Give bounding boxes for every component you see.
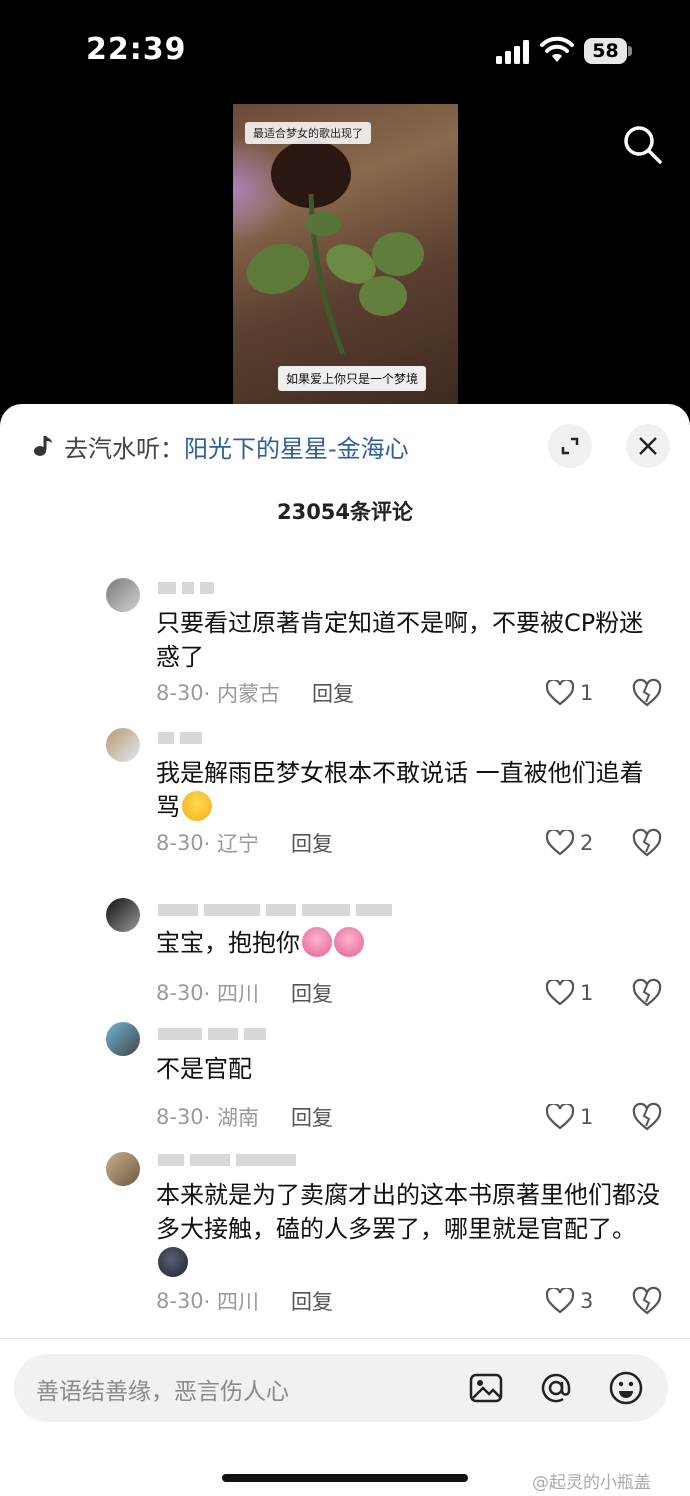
username-blurred[interactable] <box>158 582 214 596</box>
comment-text: 本来就是为了卖腐才出的这本书原著里他们都没多大接触，磕的人多罢了，哪里就是官配了… <box>156 1178 666 1280</box>
like-button[interactable]: 1 <box>546 978 593 1008</box>
comment-text: 我是解雨臣梦女根本不敢说话 一直被他们追着骂 <box>156 756 666 824</box>
input-divider <box>0 1338 690 1339</box>
battery-tip <box>628 46 632 56</box>
comment-meta: 8-30 · 内蒙古 回复 <box>156 678 354 708</box>
comment-date: 8-30 <box>156 831 204 855</box>
expand-button[interactable] <box>548 424 592 468</box>
comment-count: 23054条评论 <box>276 500 414 524</box>
music-song-link[interactable]: 阳光下的星星-金海心 <box>184 429 409 464</box>
comment-text: 只要看过原著肯定知道不是啊，不要被CP粉迷惑了 <box>156 609 644 671</box>
comment-location: · 辽宁 <box>203 832 260 856</box>
like-count: 1 <box>580 1105 594 1129</box>
comment-text-body: 本来就是为了卖腐才出的这本书原著里他们都没多大接触，磕的人多罢了，哪里就是官配了… <box>156 1181 660 1243</box>
video-player[interactable]: 最适合梦女的歌出现了 如果爱上你只是一个梦境 <box>233 104 458 404</box>
comment-meta: 8-30 · 辽宁 回复 <box>156 828 333 858</box>
close-button[interactable] <box>626 424 670 468</box>
search-icon[interactable] <box>620 122 664 166</box>
video-caption-bottom: 如果爱上你只是一个梦境 <box>278 366 427 391</box>
like-count: 1 <box>580 681 594 705</box>
avatar[interactable] <box>106 578 140 612</box>
avatar[interactable] <box>106 898 140 932</box>
cellular-signal-icon <box>496 40 529 64</box>
rose-image <box>246 140 424 355</box>
music-prefix: 去汽水听： <box>64 434 184 463</box>
comment-date: 8-30 <box>156 681 204 705</box>
comment-meta: 8-30 · 四川 回复 <box>156 978 333 1008</box>
like-button[interactable]: 1 <box>546 1102 593 1132</box>
music-note-icon <box>34 436 52 456</box>
comment-date: 8-30 <box>156 981 204 1005</box>
emoji-icon[interactable] <box>608 1370 644 1406</box>
video-caption-top: 最适合梦女的歌出现了 <box>245 122 371 144</box>
avatar[interactable] <box>106 1152 140 1186</box>
home-indicator[interactable] <box>222 1474 468 1482</box>
comment-date: 8-30 <box>156 1105 204 1129</box>
hug-emoji-icon <box>302 927 332 957</box>
watermark: @起灵的小瓶盖 <box>532 1473 651 1493</box>
comment-input[interactable]: 善语结善缘，恶言伤人心 <box>14 1354 668 1422</box>
comment-text-body: 我是解雨臣梦女根本不敢说话 一直被他们追着骂 <box>156 759 644 821</box>
comment-sheet: 去汽水听： 阳光下的星星-金海心 23054条评论 只要看过原著肯定知道不是啊，… <box>0 404 690 1496</box>
comment-date: 8-30 <box>156 1289 204 1313</box>
comment-list[interactable]: 只要看过原著肯定知道不是啊，不要被CP粉迷惑了 8-30 · 内蒙古 回复 1 … <box>0 544 690 1334</box>
avatar[interactable] <box>106 728 140 762</box>
comment-location: · 四川 <box>203 982 260 1006</box>
like-count: 1 <box>580 981 594 1005</box>
battery-indicator: 58 <box>584 38 632 64</box>
heart-icon <box>546 830 574 856</box>
at-icon[interactable] <box>538 1370 574 1406</box>
heart-icon <box>546 680 574 706</box>
comment-text: 不是官配 <box>156 1055 252 1083</box>
heart-icon <box>546 1288 574 1314</box>
username-blurred[interactable] <box>158 1028 266 1042</box>
broken-heart-icon[interactable] <box>632 1102 662 1132</box>
battery-level: 58 <box>584 38 627 64</box>
wifi-icon <box>540 36 574 62</box>
image-icon[interactable] <box>468 1370 504 1406</box>
comment-text-body: 宝宝，抱抱你 <box>156 929 300 957</box>
comment-location: · 四川 <box>203 1290 260 1314</box>
comment-location: · 湖南 <box>203 1106 260 1130</box>
like-count: 2 <box>580 831 594 855</box>
hug-emoji-icon <box>334 927 364 957</box>
like-button[interactable]: 3 <box>546 1286 593 1316</box>
close-icon <box>639 437 657 455</box>
expand-icon <box>561 437 579 455</box>
comment-location: · 内蒙古 <box>203 682 281 706</box>
moon-emoji-icon <box>158 1247 188 1277</box>
broken-heart-icon[interactable] <box>632 828 662 858</box>
status-bar: 22:39 58 <box>0 0 690 100</box>
heart-icon <box>546 980 574 1006</box>
reply-button[interactable]: 回复 <box>291 828 333 858</box>
broken-heart-icon[interactable] <box>632 1286 662 1316</box>
music-link-row[interactable]: 去汽水听： 阳光下的星星-金海心 <box>30 429 409 464</box>
comment-input-placeholder[interactable]: 善语结善缘，恶言伤人心 <box>36 1372 289 1406</box>
broken-heart-icon[interactable] <box>632 678 662 708</box>
broken-heart-icon[interactable] <box>632 978 662 1008</box>
reply-button[interactable]: 回复 <box>291 978 333 1008</box>
status-time: 22:39 <box>86 32 187 67</box>
like-button[interactable]: 1 <box>546 678 593 708</box>
comment-text: 宝宝，抱抱你 <box>156 926 666 960</box>
username-blurred[interactable] <box>158 732 202 746</box>
reply-button[interactable]: 回复 <box>312 678 354 708</box>
like-button[interactable]: 2 <box>546 828 593 858</box>
username-blurred[interactable] <box>158 1154 296 1168</box>
sweat-emoji-icon <box>182 791 212 821</box>
like-count: 3 <box>580 1289 594 1313</box>
comment-meta: 8-30 · 四川 回复 <box>156 1286 333 1316</box>
username-blurred[interactable] <box>158 904 392 918</box>
avatar[interactable] <box>106 1022 140 1056</box>
heart-icon <box>546 1104 574 1130</box>
reply-button[interactable]: 回复 <box>291 1286 333 1316</box>
reply-button[interactable]: 回复 <box>291 1102 333 1132</box>
comment-meta: 8-30 · 湖南 回复 <box>156 1102 333 1132</box>
